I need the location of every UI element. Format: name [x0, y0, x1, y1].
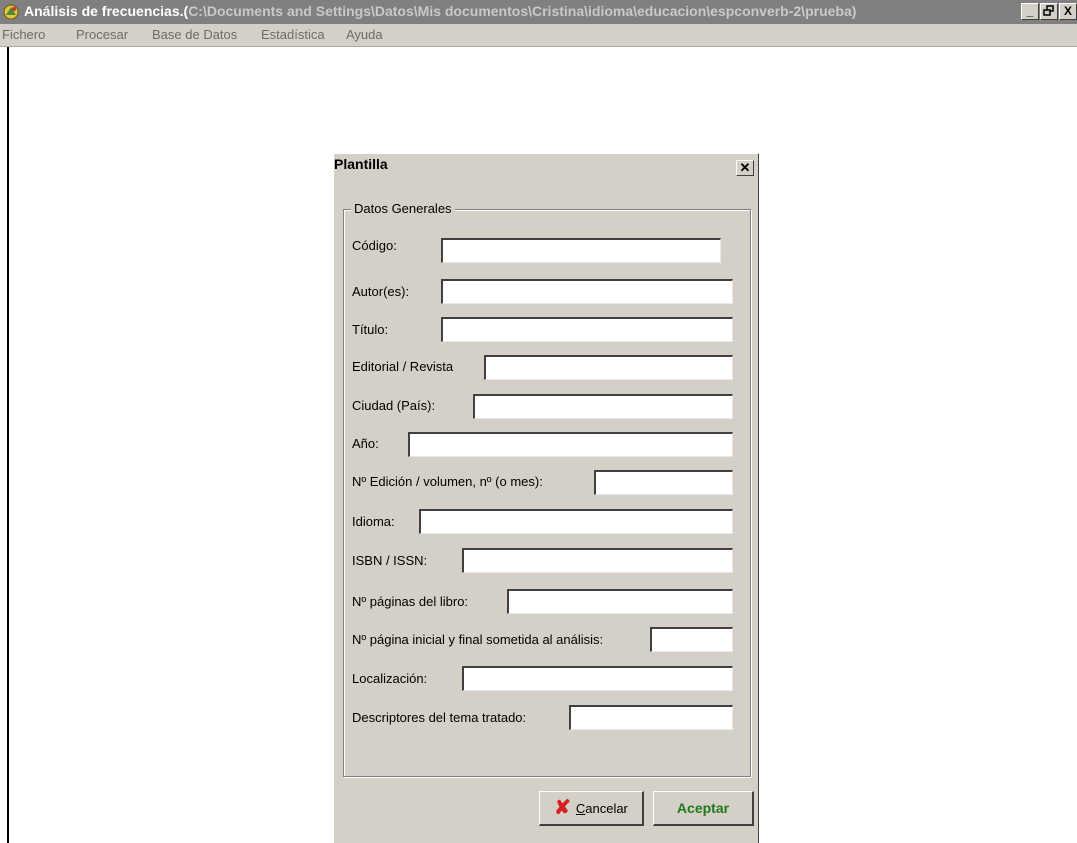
window-title-path: C:\Documents and Settings\Datos\Mis docu… [188, 3, 857, 19]
restore-icon [1043, 5, 1054, 16]
menu-base-de-datos[interactable]: Base de Datos [152, 27, 237, 42]
codigo-input[interactable] [441, 238, 721, 263]
isbn-input[interactable] [462, 548, 733, 573]
accept-button[interactable]: Aceptar [653, 791, 754, 826]
field-label-isbn: ISBN / ISSN: [352, 553, 428, 568]
dialog-close-button[interactable]: ✕ [736, 160, 754, 176]
field-label-localizacion: Localización: [352, 671, 428, 686]
cancel-button-label: Cancelar [575, 800, 628, 816]
field-label-titulo: Título: [352, 322, 389, 337]
minimize-button[interactable]: _ [1021, 3, 1039, 20]
window-title: Análisis de frecuencias.(C:\Documents an… [24, 3, 857, 19]
editorial-input[interactable] [484, 355, 733, 380]
field-label-editorial: Editorial / Revista [352, 359, 454, 374]
field-label-paginas: Nº páginas del libro: [352, 594, 469, 609]
field-label-ciudad: Ciudad (País): [352, 398, 436, 413]
titulo-input[interactable] [441, 317, 733, 342]
idioma-input[interactable] [419, 509, 733, 534]
field-label-ano: Año: [352, 436, 379, 451]
menu-fichero[interactable]: Fichero [2, 27, 45, 42]
cancel-button[interactable]: ✘ Cancelar [539, 791, 644, 826]
field-label-idioma: Idioma: [352, 514, 395, 529]
menu-bar: Fichero Procesar Base de Datos Estadísti… [0, 24, 1077, 47]
localizacion-input[interactable] [462, 666, 733, 691]
edicion-input[interactable] [594, 470, 733, 495]
cancel-x-icon: ✘ [554, 797, 571, 819]
menu-estadistica[interactable]: Estadística [261, 27, 325, 42]
menu-procesar[interactable]: Procesar [76, 27, 128, 42]
field-label-autores: Autor(es): [352, 284, 410, 299]
dialog-title: Plantilla [334, 156, 388, 172]
menu-ayuda[interactable]: Ayuda [346, 27, 383, 42]
field-label-pagina-inicial-final: Nº página inicial y final sometida al an… [352, 632, 604, 647]
field-label-edicion: Nº Edición / volumen, nº (o mes): [352, 474, 543, 489]
ciudad-input[interactable] [473, 394, 733, 419]
pagina-inicial-final-input[interactable] [650, 627, 733, 652]
group-title: Datos Generales [351, 201, 455, 216]
field-label-codigo: Código: [352, 238, 397, 253]
app-icon [3, 4, 19, 20]
window-titlebar[interactable]: Análisis de frecuencias.(C:\Documents an… [0, 0, 1077, 24]
maximize-button[interactable] [1040, 3, 1058, 20]
autores-input[interactable] [441, 279, 733, 304]
descriptores-input[interactable] [569, 705, 733, 730]
field-label-descriptores: Descriptores del tema tratado: [352, 710, 527, 725]
ano-input[interactable] [408, 432, 733, 457]
paginas-input[interactable] [507, 589, 733, 614]
window-close-button[interactable]: X [1059, 3, 1077, 20]
window-left-border [7, 47, 9, 843]
